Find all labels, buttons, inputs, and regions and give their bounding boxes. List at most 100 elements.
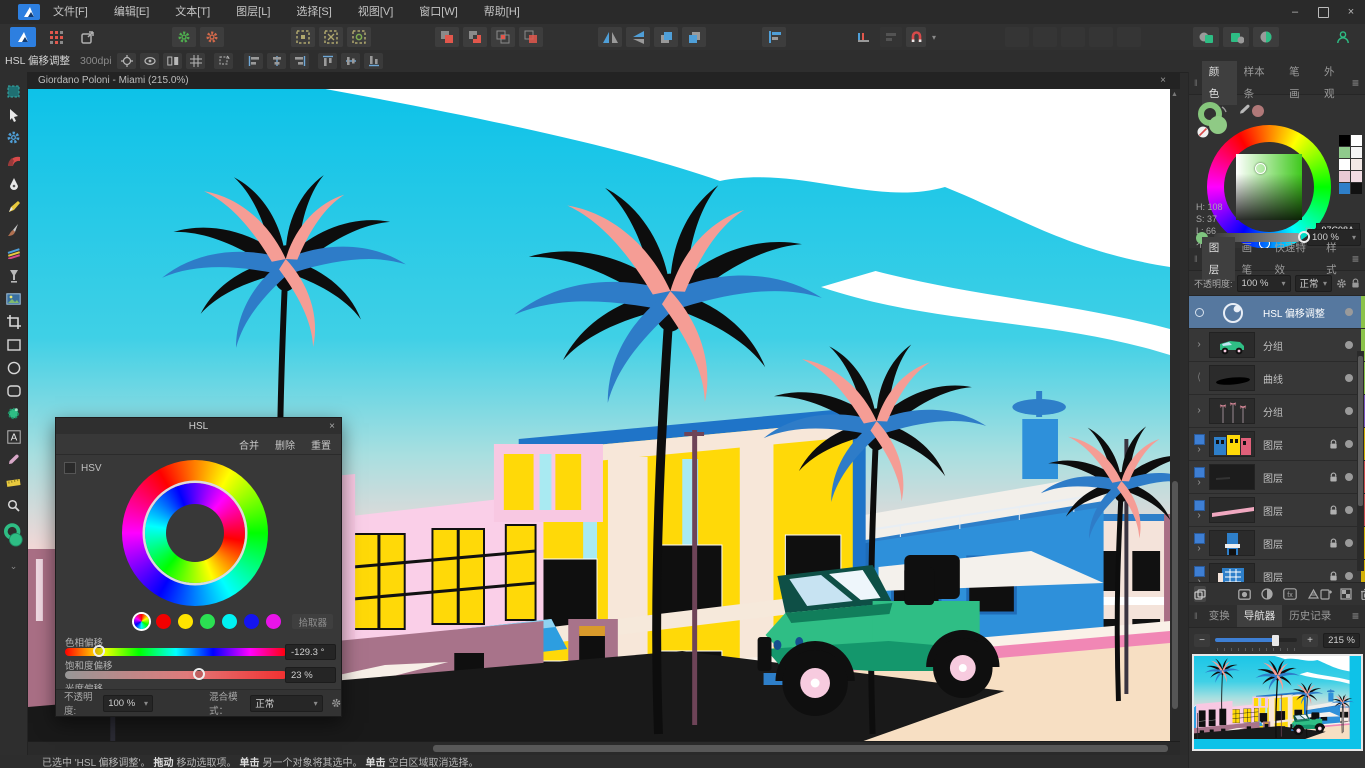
layer-row-hsl-adjustment[interactable]: HSL 偏移调整 xyxy=(1189,296,1365,329)
boolean-divide-button[interactable] xyxy=(519,27,543,47)
align-right-button[interactable] xyxy=(290,53,309,69)
saturation-lightness-square[interactable] xyxy=(1236,154,1302,220)
hsl-delete-button[interactable]: 删除 xyxy=(275,437,295,452)
cyan-channel-swatch[interactable] xyxy=(222,614,237,629)
layer-row-shadow[interactable]: › 图层 xyxy=(1189,461,1365,494)
edit-all-layers-button[interactable] xyxy=(1194,586,1206,602)
hide-selection-button[interactable] xyxy=(140,53,159,69)
paint-brush-tool[interactable] xyxy=(4,220,24,239)
canvas-horizontal-scrollbar[interactable] xyxy=(28,741,1180,755)
hsl-reset-button[interactable]: 重置 xyxy=(311,437,331,452)
hsl-opacity-dropdown[interactable]: 100 %▾ xyxy=(103,695,153,712)
rotate-selection-button[interactable] xyxy=(214,53,233,69)
mask-layer-icon[interactable] xyxy=(1238,589,1251,600)
measure-tool[interactable] xyxy=(4,473,24,492)
geometry-union-button[interactable] xyxy=(1193,27,1219,47)
document-close-icon[interactable]: × xyxy=(1160,75,1166,86)
snap-geometry-button[interactable] xyxy=(347,27,371,47)
visibility-dot[interactable] xyxy=(1345,374,1353,382)
panel-grip-icon[interactable]: ‖ xyxy=(1194,611,1198,621)
layers-blend-dropdown[interactable]: 正常▾ xyxy=(1295,275,1332,292)
fx-icon[interactable]: fx xyxy=(1283,588,1297,600)
hsl-settings-gear-icon[interactable] xyxy=(331,697,341,709)
menu-text[interactable]: 文本[T] xyxy=(162,0,223,24)
canvas-vertical-scrollbar[interactable]: ▲ xyxy=(1170,89,1180,742)
mirror-view-button[interactable] xyxy=(163,53,182,69)
picker-button[interactable]: 拾取器 xyxy=(292,614,333,629)
visibility-dot[interactable] xyxy=(1345,506,1353,514)
pencil-tool[interactable] xyxy=(4,197,24,216)
adjustment-link-icon[interactable] xyxy=(1195,308,1204,317)
blue-channel-swatch[interactable] xyxy=(244,614,259,629)
panel-menu-icon[interactable]: ≡ xyxy=(1352,609,1359,623)
saturation-shift-handle[interactable] xyxy=(193,668,205,680)
visibility-dot[interactable] xyxy=(1345,572,1353,580)
rectangle-tool[interactable] xyxy=(4,335,24,354)
blend-options-gear-icon[interactable] xyxy=(1336,278,1347,289)
align-bottom-button[interactable] xyxy=(364,53,383,69)
saturation-shift-slider[interactable] xyxy=(65,671,287,679)
hsl-dialog-titlebar[interactable]: HSL × xyxy=(56,418,341,434)
zoom-tool[interactable] xyxy=(4,496,24,515)
align-center-button[interactable] xyxy=(267,53,286,69)
show-grid-button[interactable] xyxy=(186,53,205,69)
close-button[interactable]: × xyxy=(1337,0,1365,24)
snap-bounds-button[interactable] xyxy=(291,27,315,47)
snap-option-1-button[interactable] xyxy=(1005,27,1029,47)
visibility-dot[interactable] xyxy=(1345,539,1353,547)
fill-tool[interactable] xyxy=(4,266,24,285)
new-pixel-layer-icon[interactable] xyxy=(1340,588,1352,600)
transform-origin-button[interactable] xyxy=(117,53,136,69)
document-settings-gear-button[interactable] xyxy=(172,27,196,47)
menu-file[interactable]: 文件[F] xyxy=(40,0,101,24)
layers-scroll-thumb[interactable] xyxy=(1358,356,1363,506)
snap-option-5-button[interactable] xyxy=(1117,27,1141,47)
panel-grip-icon[interactable]: ‖ xyxy=(1194,254,1198,264)
hue-shift-value[interactable]: -129.3 ° xyxy=(285,644,336,660)
menu-edit[interactable]: 编辑[E] xyxy=(101,0,162,24)
hsl-blend-dropdown[interactable]: 正常▾ xyxy=(250,695,322,712)
horizontal-scroll-thumb[interactable] xyxy=(433,745,1168,752)
text-tool[interactable]: A xyxy=(4,427,24,446)
snapping-options-caret[interactable]: ▾ xyxy=(926,27,938,47)
document-tab[interactable]: Giordano Poloni - Miami (215.0%) xyxy=(38,75,189,86)
boolean-subtract-button[interactable] xyxy=(463,27,487,47)
adjustment-icon[interactable] xyxy=(1261,588,1273,600)
menu-window[interactable]: 窗口[W] xyxy=(406,0,471,24)
hue-shift-slider[interactable] xyxy=(65,648,287,656)
insertion-target-button[interactable] xyxy=(852,27,874,47)
align-left-button[interactable] xyxy=(244,53,263,69)
snap-option-3-button[interactable] xyxy=(1061,27,1085,47)
fill-stroke-selector[interactable] xyxy=(1195,101,1235,141)
saturation-shift-value[interactable]: 23 % xyxy=(285,667,336,683)
lock-layer-icon[interactable] xyxy=(1351,278,1360,289)
menu-select[interactable]: 选择[S] xyxy=(283,0,344,24)
vertical-scroll-thumb[interactable] xyxy=(1172,481,1178,709)
layer-row-curve[interactable]: ⟨ 曲线 xyxy=(1189,362,1365,395)
align-top-button[interactable] xyxy=(318,53,337,69)
yellow-channel-swatch[interactable] xyxy=(178,614,193,629)
artboard-tool[interactable] xyxy=(4,82,24,101)
live-filter-icon[interactable] xyxy=(1307,588,1320,600)
tab-navigator[interactable]: 导航器 xyxy=(1237,605,1283,627)
layers-opacity-dropdown[interactable]: 100 %▾ xyxy=(1237,275,1291,292)
color-eyedropper-icon[interactable] xyxy=(1237,103,1267,119)
hsv-checkbox[interactable] xyxy=(64,462,76,474)
zoom-value-field[interactable]: 215 % xyxy=(1323,633,1360,648)
tab-layers[interactable]: 图层 xyxy=(1202,237,1235,281)
layer-row-group-palms[interactable]: › 分组 xyxy=(1189,395,1365,428)
expand-chevron-icon[interactable]: › xyxy=(1197,545,1200,553)
move-forward-button[interactable] xyxy=(654,27,678,47)
boolean-intersect-button[interactable] xyxy=(491,27,515,47)
navigator-thumbnail[interactable] xyxy=(1192,654,1363,751)
expand-chevron-icon[interactable]: › xyxy=(1197,341,1200,349)
panel-grip-icon[interactable]: ‖ xyxy=(1194,78,1198,88)
hue-shift-handle[interactable] xyxy=(93,645,105,657)
hsl-merge-button[interactable]: 合并 xyxy=(239,437,259,452)
tab-transform[interactable]: 变换 xyxy=(1202,605,1237,627)
tab-history[interactable]: 历史记录 xyxy=(1282,605,1338,627)
pixel-persona-button[interactable] xyxy=(44,27,68,47)
hsl-hue-wheel[interactable] xyxy=(122,460,268,606)
fill-stroke-swatch[interactable] xyxy=(4,519,24,553)
boolean-add-button[interactable] xyxy=(435,27,459,47)
